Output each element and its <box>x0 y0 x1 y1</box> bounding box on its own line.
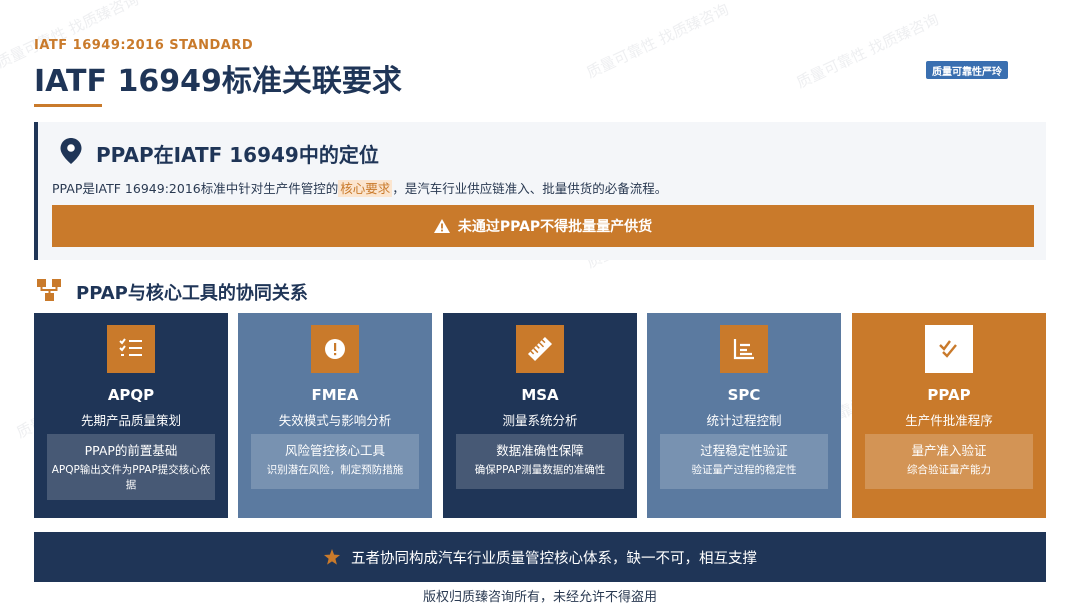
card-detail-box: 量产准入验证 综合验证量产能力 <box>865 434 1033 489</box>
card-detail-desc: 确保PPAP测量数据的准确性 <box>474 464 606 476</box>
tool-card-msa: MSA 测量系统分析 数据准确性保障 确保PPAP测量数据的准确性 <box>443 313 637 518</box>
card-detail-box: 数据准确性保障 确保PPAP测量数据的准确性 <box>456 434 624 489</box>
card-detail-desc: 综合验证量产能力 <box>907 464 991 476</box>
panel-title: PPAP在IATF 16949中的定位 <box>96 143 379 167</box>
tool-card-apqp: APQP 先期产品质量策划 PPAP的前置基础 APQP输出文件为PPAP提交核… <box>34 313 228 518</box>
chart-icon <box>720 325 768 373</box>
card-name: PPAP <box>927 386 971 404</box>
ruler-icon <box>516 325 564 373</box>
card-name: MSA <box>521 386 559 404</box>
position-panel: PPAP在IATF 16949中的定位 PPAP是IATF 16949:2016… <box>34 122 1046 260</box>
alert-circle-icon <box>311 325 359 373</box>
card-name: FMEA <box>311 386 359 404</box>
tool-card-spc: SPC 统计过程控制 过程稳定性验证 验证量产过程的稳定性 <box>647 313 841 518</box>
star-icon <box>323 548 341 566</box>
warning-banner: 未通过PPAP不得批量量产供货 <box>52 205 1034 247</box>
eyebrow-label: IATF 16949:2016 STANDARD <box>34 38 254 53</box>
card-name: SPC <box>727 386 761 404</box>
tool-card-ppap: PPAP 生产件批准程序 量产准入验证 综合验证量产能力 <box>852 313 1046 518</box>
summary-banner: 五者协同构成汽车行业质量管控核心体系，缺一不可，相互支撑 <box>34 532 1046 582</box>
card-detail-title: 数据准确性保障 <box>496 443 584 458</box>
network-icon <box>37 279 61 301</box>
title-underline <box>34 104 102 107</box>
checklist-icon <box>107 325 155 373</box>
card-detail-desc: 验证量产过程的稳定性 <box>691 464 797 476</box>
check-double-icon <box>925 325 973 373</box>
watermark: 质量可靠性 找质臻咨询 <box>583 0 732 82</box>
card-detail-title: 量产准入验证 <box>911 443 987 458</box>
card-detail-box: PPAP的前置基础 APQP输出文件为PPAP提交核心依据 <box>47 434 215 500</box>
location-pin-icon <box>60 138 82 164</box>
brand-logo: 质量可靠性严玲 <box>926 61 1008 79</box>
copyright-notice: 版权归质臻咨询所有，未经允许不得盗用 <box>422 590 657 605</box>
card-subtitle: 测量系统分析 <box>502 413 578 428</box>
card-subtitle: 先期产品质量策划 <box>80 413 181 428</box>
card-subtitle: 失效模式与影响分析 <box>278 413 392 428</box>
warning-icon <box>433 219 450 233</box>
card-detail-desc: 识别潜在风险，制定预防措施 <box>266 464 404 476</box>
section-title: PPAP与核心工具的协同关系 <box>76 283 308 304</box>
panel-description: PPAP是IATF 16949:2016标准中针对生产件管控的 核心要求 ，是汽车行… <box>52 178 667 197</box>
tool-card-fmea: FMEA 失效模式与影响分析 风险管控核心工具 识别潜在风险，制定预防措施 <box>238 313 432 518</box>
card-detail-title: PPAP的前置基础 <box>84 443 178 458</box>
watermark: 质量可靠性 找质臻咨询 <box>793 10 942 92</box>
card-subtitle: 统计过程控制 <box>706 413 782 428</box>
card-detail-box: 风险管控核心工具 识别潜在风险，制定预防措施 <box>251 434 419 489</box>
highlight-text: 核心要求 <box>338 180 393 197</box>
card-detail-title: 风险管控核心工具 <box>284 443 385 458</box>
card-detail-box: 过程稳定性验证 验证量产过程的稳定性 <box>660 434 828 489</box>
page-title: IATF 16949标准关联要求 <box>34 64 402 99</box>
card-name: APQP <box>107 386 155 404</box>
card-detail-title: 过程稳定性验证 <box>700 443 788 458</box>
card-detail-desc: APQP输出文件为PPAP提交核心依据 <box>51 464 211 491</box>
warning-text: 未通过PPAP不得批量量产供货 <box>457 219 653 235</box>
description-text: PPAP是IATF 16949:2016标准中针对生产件管控的 <box>52 181 339 196</box>
summary-text: 五者协同构成汽车行业质量管控核心体系，缺一不可，相互支撑 <box>351 550 757 567</box>
card-subtitle: 生产件批准程序 <box>905 413 993 428</box>
description-text: ，是汽车行业供应链准入、批量供货的必备流程。 <box>392 181 668 196</box>
